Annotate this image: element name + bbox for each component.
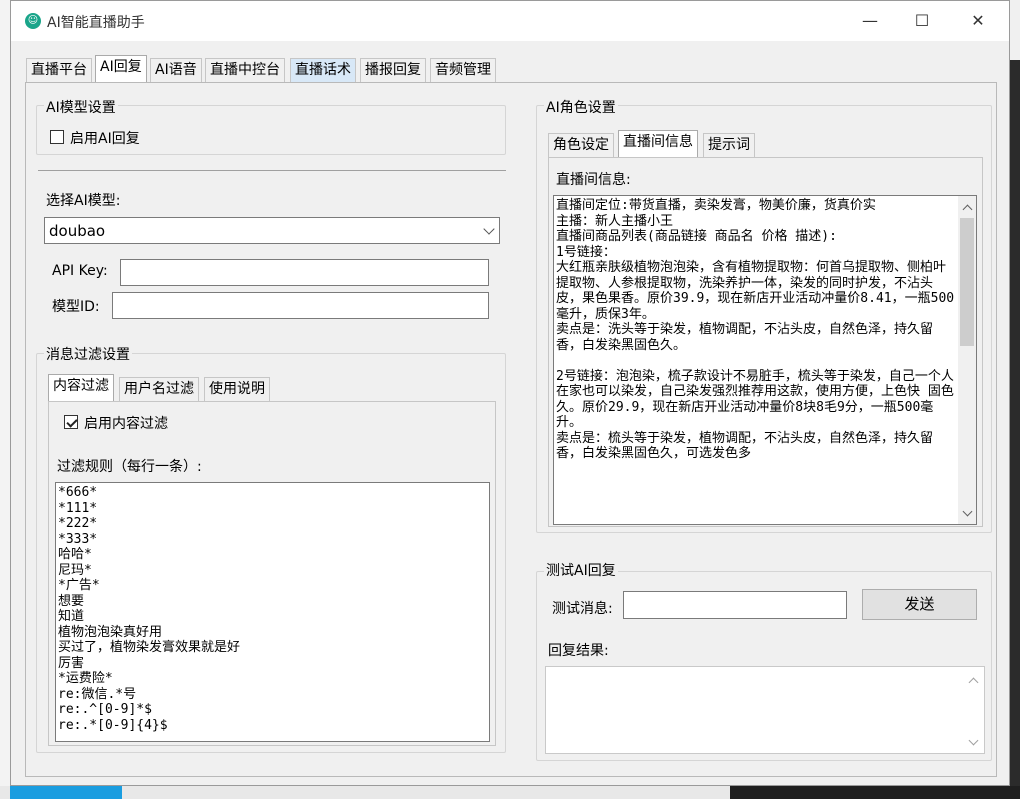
app-logo-icon: ☺: [25, 13, 41, 29]
message-filter-title: 消息过滤设置: [44, 344, 132, 364]
tab-live-platform[interactable]: 直播平台: [26, 58, 92, 82]
title-bar: ☺ AI智能直播助手 — ☐ ✕: [11, 1, 1009, 41]
room-info-panel: 直播间信息: 直播间定位:带货直播，卖染发膏，物美价廉，货真价实 主播：新人主播…: [548, 157, 983, 527]
scroll-up-arrow-icon[interactable]: [962, 204, 973, 215]
select-model-label: 选择AI模型:: [46, 193, 121, 209]
api-key-input[interactable]: [120, 259, 489, 286]
tab-audio-management[interactable]: 音频管理: [430, 58, 496, 82]
close-button[interactable]: ✕: [955, 1, 1001, 41]
reply-result-textarea[interactable]: [545, 666, 985, 754]
result-scroll-up-icon[interactable]: [968, 677, 979, 688]
send-button[interactable]: 发送: [862, 589, 977, 620]
room-info-text: 直播间定位:带货直播，卖染发膏，物美价廉，货真价实 主播：新人主播小王 直播间商…: [556, 198, 955, 461]
app-window: ☺ AI智能直播助手 — ☐ ✕ 直播平台 AI回复 AI语音 直播中控台 直播…: [10, 0, 1010, 786]
maximize-button[interactable]: ☐: [899, 1, 945, 41]
minimize-button[interactable]: —: [847, 1, 893, 41]
room-info-textarea[interactable]: 直播间定位:带货直播，卖染发膏，物美价廉，货真价实 主播：新人主播小王 直播间商…: [553, 195, 977, 525]
content-filter-panel: 启用内容过滤 过滤规则（每行一条）: *666* *111* *222* *33…: [48, 401, 496, 746]
subtab-role-setting[interactable]: 角色设定: [548, 133, 614, 157]
room-info-scrollbar[interactable]: [958, 196, 976, 524]
enable-content-filter-label: 启用内容过滤: [84, 416, 168, 432]
subtab-content-filter[interactable]: 内容过滤: [48, 374, 114, 401]
chevron-down-icon[interactable]: [483, 223, 495, 235]
tab-ai-reply[interactable]: AI回复: [95, 55, 147, 82]
scroll-down-arrow-icon[interactable]: [962, 506, 973, 517]
window-title: AI智能直播助手: [47, 15, 145, 31]
scroll-thumb[interactable]: [960, 218, 974, 346]
desktop-taskbar-accent: [10, 786, 122, 799]
desktop-background-left: [0, 0, 10, 799]
tab-live-console[interactable]: 直播中控台: [205, 58, 285, 82]
reply-result-label: 回复结果:: [548, 643, 609, 659]
enable-content-filter-checkbox[interactable]: [64, 415, 78, 429]
desktop-background-right-dark: [1010, 60, 1020, 786]
tab-broadcast-reply[interactable]: 播报回复: [360, 58, 426, 82]
ai-model-settings-title: AI模型设置: [44, 97, 118, 117]
filter-rules-text: *666* *111* *222* *333* 哈哈* 尼玛* *广告* 想要 …: [58, 485, 241, 733]
enable-ai-reply-label: 启用AI回复: [70, 131, 140, 147]
model-id-label: 模型ID:: [52, 299, 100, 315]
test-message-input[interactable]: [623, 591, 847, 619]
tab-ai-voice[interactable]: AI语音: [150, 58, 202, 82]
enable-ai-reply-checkbox[interactable]: [50, 130, 64, 144]
filter-rules-textarea[interactable]: *666* *111* *222* *333* 哈哈* 尼玛* *广告* 想要 …: [55, 482, 490, 742]
model-select[interactable]: doubao: [44, 217, 500, 244]
filter-rules-label: 过滤规则（每行一条）:: [57, 459, 202, 475]
subtab-username-filter[interactable]: 用户名过滤: [119, 377, 199, 401]
tab-live-script[interactable]: 直播话术: [290, 58, 356, 82]
room-info-label: 直播间信息:: [556, 172, 631, 188]
test-ai-reply-title: 测试AI回复: [544, 560, 618, 580]
ai-reply-panel: AI模型设置 启用AI回复 选择AI模型: doubao API Key: 模型…: [25, 82, 997, 777]
test-message-label: 测试消息:: [552, 601, 613, 617]
result-scroll-down-icon[interactable]: [968, 735, 979, 746]
separator: [38, 170, 506, 171]
subtab-usage-guide[interactable]: 使用说明: [204, 377, 270, 401]
desktop-taskbar-dark: [730, 786, 1020, 799]
model-id-input[interactable]: [112, 292, 489, 319]
api-key-label: API Key:: [52, 263, 108, 279]
ai-role-settings-title: AI角色设置: [544, 97, 618, 117]
model-select-value: doubao: [49, 222, 106, 240]
subtab-prompt[interactable]: 提示词: [703, 133, 755, 157]
subtab-room-info[interactable]: 直播间信息: [618, 130, 698, 157]
